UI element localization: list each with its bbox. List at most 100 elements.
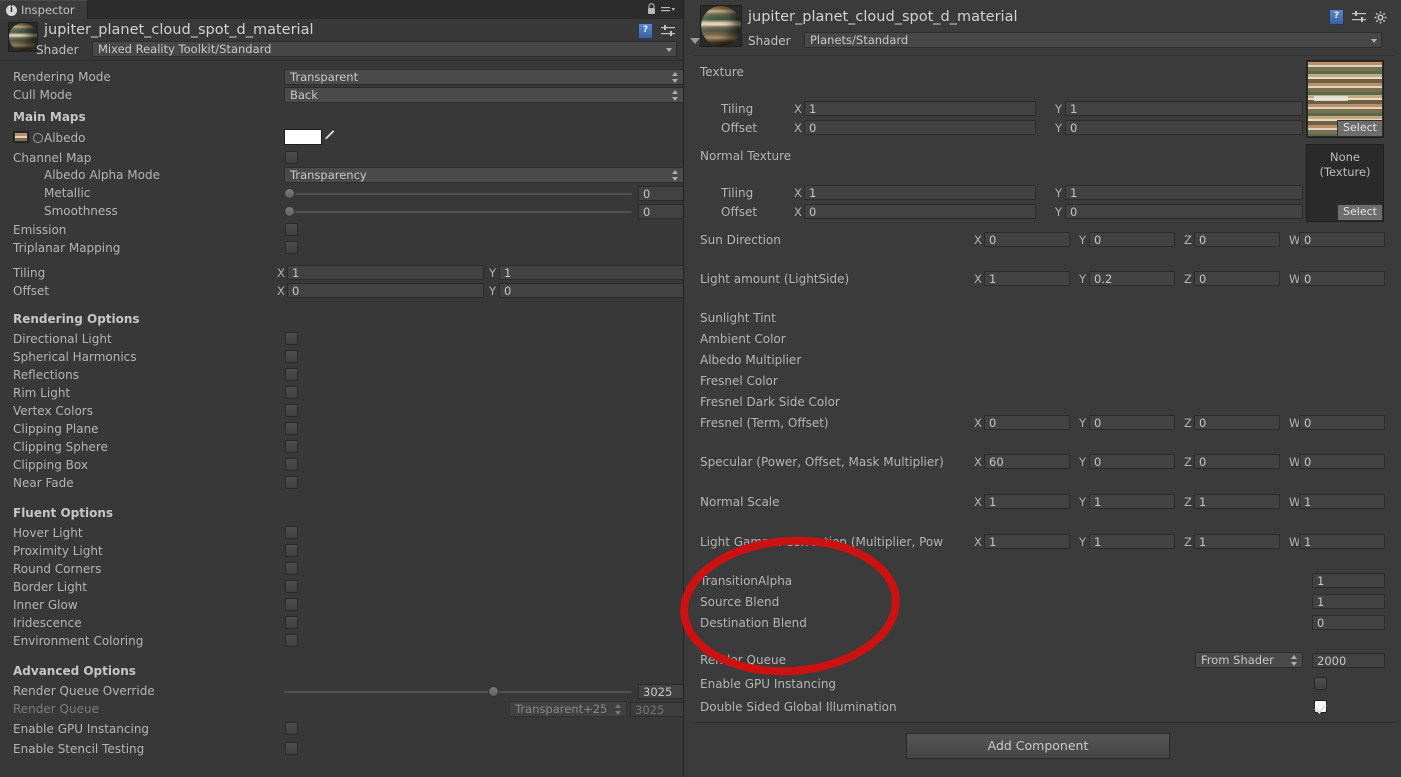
lock-icon[interactable] [647,3,656,15]
environment-coloring-checkbox[interactable] [285,634,298,647]
specular-x[interactable]: 60 [984,454,1070,469]
gear-icon-right[interactable] [1374,11,1387,24]
shader-dropdown-right[interactable]: Planets/Standard [804,32,1382,48]
albedo-texture-thumbnail[interactable] [13,131,29,143]
fresnel-term-offset-y[interactable]: 0 [1089,415,1175,430]
metallic-value[interactable]: 0 [638,186,683,201]
light-gamma-correction-w[interactable]: 1 [1299,534,1385,549]
enable-gpu-instancing-checkbox-left[interactable] [285,722,298,735]
metallic-slider[interactable] [284,188,632,200]
label-clipping-sphere: Clipping Sphere [13,440,108,454]
fresnel-term-offset-x[interactable]: 0 [984,415,1070,430]
normal-texture-slot[interactable]: None (Texture) Select [1306,144,1384,222]
sun-direction-w[interactable]: 0 [1299,232,1385,247]
offset-y-left[interactable]: 0 [499,283,683,298]
texture-tiling-x[interactable]: 1 [804,101,1036,116]
specular-w[interactable]: 0 [1299,454,1385,469]
inner-glow-checkbox[interactable] [285,598,298,611]
fresnel-term-offset-w[interactable]: 0 [1299,415,1385,430]
reflections-checkbox[interactable] [285,368,298,381]
normal-scale-z[interactable]: 1 [1194,494,1280,509]
albedo-color-swatch[interactable] [284,129,322,145]
header-icons-left: ? [638,23,683,39]
albedo-target-icon[interactable] [33,133,43,143]
spherical-harmonics-checkbox[interactable] [285,350,298,363]
panel-menu-icon[interactable] [661,6,675,14]
render-queue-dropdown-right[interactable]: From Shader [1195,652,1303,668]
texture-offset-x[interactable]: 0 [804,120,1036,135]
source-blend-value[interactable]: 1 [1312,594,1385,609]
add-component-button[interactable]: Add Component [906,733,1170,759]
light-gamma-correction-y[interactable]: 1 [1089,534,1175,549]
normal-texture-select-button[interactable]: Select [1337,204,1383,221]
albedo-alpha-mode-dropdown[interactable]: Transparency [284,167,683,183]
iridescence-checkbox[interactable] [285,616,298,629]
tiling-y-left[interactable]: 1 [499,265,683,280]
normal-offset-y[interactable]: 0 [1065,204,1303,219]
normal-tiling-y[interactable]: 1 [1065,185,1303,200]
render-queue-value-right[interactable]: 2000 [1312,653,1385,668]
texture-select-button[interactable]: Select [1337,120,1383,137]
smoothness-slider[interactable] [284,206,632,218]
smoothness-value[interactable]: 0 [638,204,683,219]
shader-dropdown-left[interactable]: Mixed Reality Toolkit/Standard [92,41,677,57]
label-offset-left: Offset [13,284,49,298]
label-vertex-colors: Vertex Colors [13,404,93,418]
vertex-colors-checkbox[interactable] [285,404,298,417]
fresnel-term-offset-z[interactable]: 0 [1194,415,1280,430]
enable-stencil-testing-checkbox[interactable] [285,742,298,755]
render-queue-override-slider[interactable] [284,686,632,698]
help-icon[interactable]: ? [638,23,653,39]
rim-light-checkbox[interactable] [285,386,298,399]
foldout-arrow-icon[interactable] [690,38,700,44]
rendering-mode-dropdown[interactable]: Transparent [284,69,683,85]
preset-icon-right[interactable] [1352,11,1366,23]
light-gamma-correction-x[interactable]: 1 [984,534,1070,549]
texture-offset-y[interactable]: 0 [1065,120,1303,135]
normal-scale-w[interactable]: 1 [1299,494,1385,509]
cull-mode-dropdown[interactable]: Back [284,87,683,103]
light-amount-y[interactable]: 0.2 [1089,271,1175,286]
specular-z[interactable]: 0 [1194,454,1280,469]
sun-direction-x[interactable]: 0 [984,232,1070,247]
tab-inspector[interactable]: i Inspector [0,0,88,19]
triplanar-mapping-checkbox[interactable] [285,241,298,254]
double-sided-gi-checkbox[interactable] [1314,700,1327,713]
texture-tiling-y[interactable]: 1 [1065,101,1303,116]
normal-tiling-x[interactable]: 1 [804,185,1036,200]
hover-light-checkbox[interactable] [285,526,298,539]
offset-x-left[interactable]: 0 [287,283,484,298]
clipping-plane-checkbox[interactable] [285,422,298,435]
eyedropper-icon[interactable] [322,128,336,142]
normal-scale-x[interactable]: 1 [984,494,1070,509]
clipping-box-checkbox[interactable] [285,458,298,471]
render-queue-value-left: 3025 [630,702,683,717]
normal-scale-y[interactable]: 1 [1089,494,1175,509]
clipping-sphere-checkbox[interactable] [285,440,298,453]
border-light-checkbox[interactable] [285,580,298,593]
emission-checkbox[interactable] [285,223,298,236]
normal-texture-none-line1: None [1307,150,1383,164]
round-corners-checkbox[interactable] [285,562,298,575]
light-amount-x[interactable]: 1 [984,271,1070,286]
near-fade-checkbox[interactable] [285,476,298,489]
light-amount-z[interactable]: 0 [1194,271,1280,286]
proximity-light-checkbox[interactable] [285,544,298,557]
help-icon-right[interactable]: ? [1329,9,1344,25]
directional-light-checkbox[interactable] [285,332,298,345]
specular-y[interactable]: 0 [1089,454,1175,469]
render-queue-override-value[interactable]: 3025 [638,684,683,699]
light-gamma-correction-z[interactable]: 1 [1194,534,1280,549]
destination-blend-value[interactable]: 0 [1312,615,1385,630]
light-amount-w[interactable]: 0 [1299,271,1385,286]
texture-slot[interactable]: Select [1306,60,1384,138]
tiling-x-left[interactable]: 1 [287,265,484,280]
transition-alpha-value[interactable]: 1 [1312,573,1385,588]
normal-offset-x[interactable]: 0 [804,204,1036,219]
preset-icon[interactable] [661,25,675,37]
sun-direction-z[interactable]: 0 [1194,232,1280,247]
channel-map-checkbox[interactable] [285,151,298,164]
enable-gpu-instancing-checkbox-right[interactable] [1314,677,1327,690]
sun-direction-y[interactable]: 0 [1089,232,1175,247]
axis-y-normal-offset: Y [1055,205,1062,219]
